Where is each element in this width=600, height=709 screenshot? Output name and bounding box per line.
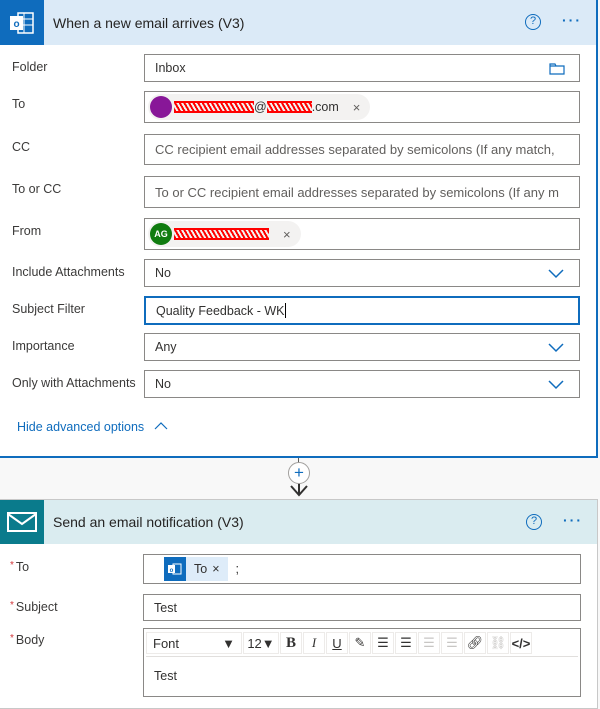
to-or-cc-input[interactable]: To or CC recipient email addresses separ… [144,176,580,208]
field-label: Include Attachments [12,265,125,279]
required-marker: * [10,633,14,644]
cc-placeholder: CC recipient email addresses separated b… [155,142,555,157]
field-label: CC [12,140,31,154]
action-subject-input[interactable]: Test [143,594,581,621]
arrow-down-icon [290,484,308,497]
folder-icon[interactable] [549,61,565,75]
more-options-icon[interactable]: ··· [562,12,582,28]
field-label: Subject [15,600,58,614]
dropdown-value: No [155,377,171,391]
svg-text:o: o [170,568,174,574]
underline-button[interactable]: U [326,632,348,654]
mail-icon [0,500,44,544]
link-icon[interactable]: 🔗︎ [464,632,486,654]
outlook-icon: o [0,0,44,45]
subject-filter-value: Quality Feedback - WK [156,303,285,318]
redaction [266,101,312,113]
field-label: Importance [12,339,75,353]
sender-chip[interactable]: AG × [148,221,301,247]
required-marker: * [10,560,14,571]
action-title: Send an email notification (V3) [53,514,244,530]
hide-advanced-options-link[interactable]: Hide advanced options [17,420,168,434]
chevron-down-icon [548,343,564,353]
body-content[interactable]: Test [144,657,580,683]
action-card[interactable]: Send an email notification (V3) ? ··· * T… [0,499,598,709]
action-to-input[interactable]: o To × ; [143,554,581,584]
subject-filter-input[interactable]: Quality Feedback - WK [144,296,580,325]
to-input[interactable]: @ .com × [144,91,580,123]
cc-input[interactable]: CC recipient email addresses separated b… [144,134,580,165]
font-size-dropdown[interactable]: 12 ▼ [243,632,279,654]
recipient-chip[interactable]: @ .com × [148,94,371,120]
editor-toolbar: Font ▼ 12 ▼ B I U ✎ ☰ ☰ ☰ ☰ 🔗︎ ⛓︎ </> [146,632,578,657]
field-label: To [12,97,26,111]
folder-value: Inbox [155,61,186,75]
svg-text:o: o [13,19,19,30]
remove-icon[interactable]: × [212,562,219,576]
chevron-up-icon [154,422,168,430]
indent-icon[interactable]: ☰ [418,632,440,654]
italic-button[interactable]: I [303,632,325,654]
field-label: Body [15,633,45,647]
numbered-list-icon[interactable]: ☰ [395,632,417,654]
dropdown-value: Any [155,340,177,354]
field-label: Folder [12,60,48,74]
field-label: To [15,560,30,574]
field-label: Subject Filter [12,302,85,316]
outdent-icon[interactable]: ☰ [441,632,463,654]
bulleted-list-icon[interactable]: ☰ [372,632,394,654]
folder-input[interactable]: Inbox [144,54,580,82]
trigger-title: When a new email arrives (V3) [53,14,245,31]
action-header[interactable]: Send an email notification (V3) ? ··· [0,500,597,544]
importance-dropdown[interactable]: Any [144,333,580,361]
chevron-down-icon [548,380,564,390]
email-domain: .com [311,100,339,114]
help-icon[interactable]: ? [525,14,541,30]
redaction [174,101,254,113]
field-label: To or CC [12,182,62,196]
trigger-card[interactable]: o When a new email arrives (V3) ? ··· Fo… [0,0,598,458]
body-editor[interactable]: Font ▼ 12 ▼ B I U ✎ ☰ ☰ ☰ ☰ 🔗︎ ⛓︎ </> Test [143,628,581,697]
remove-icon[interactable]: × [353,100,361,115]
redaction [174,228,269,240]
email-at: @ [254,100,267,114]
font-dropdown[interactable]: Font ▼ [146,632,242,654]
trigger-header[interactable]: o When a new email arrives (V3) ? ··· [0,0,596,45]
dynamic-content-chip[interactable]: o To × [164,557,228,581]
insert-step-button[interactable]: + [288,462,310,484]
field-label: Only with Attachments [12,376,136,390]
required-marker: * [10,600,14,611]
remove-icon[interactable]: × [283,227,291,242]
bold-button[interactable]: B [280,632,302,654]
field-label: From [12,224,42,238]
subject-value: Test [154,600,177,615]
chevron-down-icon [548,269,564,279]
to-or-cc-placeholder: To or CC recipient email addresses separ… [155,184,559,200]
hide-advanced-label: Hide advanced options [17,420,145,434]
from-input[interactable]: AG × [144,218,580,250]
code-view-button[interactable]: </> [510,632,532,654]
include-attachments-dropdown[interactable]: No [144,259,580,287]
avatar: AG [150,223,172,245]
highlight-icon[interactable]: ✎ [349,632,371,654]
unlink-icon[interactable]: ⛓︎ [487,632,509,654]
text-cursor [284,303,286,318]
separator: ; [235,562,239,576]
outlook-icon: o [164,557,186,581]
help-icon[interactable]: ? [526,514,542,530]
chip-label: To [194,562,208,576]
more-options-icon[interactable]: ··· [563,512,583,528]
only-with-attachments-dropdown[interactable]: No [144,370,580,398]
avatar [150,96,172,118]
dropdown-value: No [155,266,171,280]
